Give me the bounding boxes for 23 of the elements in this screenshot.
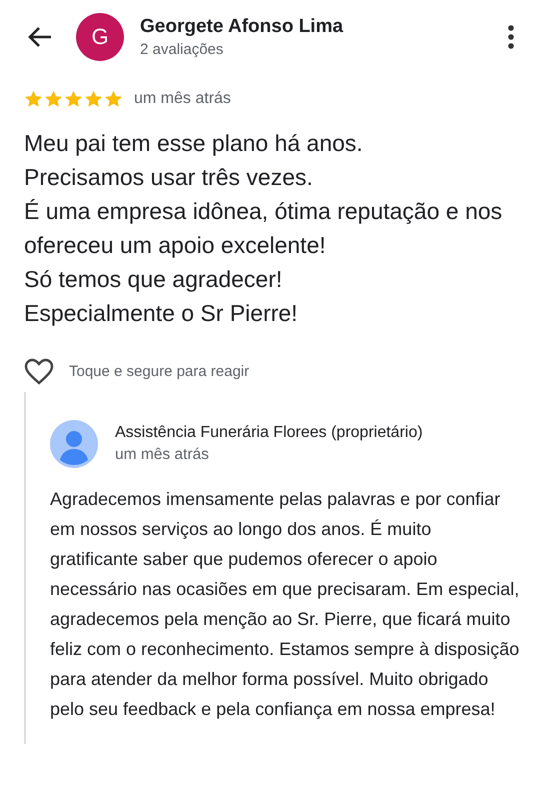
star-icon [44,90,63,108]
review-text: Meu pai tem esse plano há anos. [24,129,364,158]
review-count: 2 avaliações [140,41,224,58]
review-text: Precisamos usar três vezes. [24,163,314,192]
owner-avatar-icon [50,420,98,468]
user-avatar: G [76,13,124,61]
star-icon [104,90,123,108]
like-button[interactable] [23,356,55,386]
heart-icon [24,358,54,384]
back-arrow-icon [27,26,53,48]
reaction-hint: Toque e segure para reagir [69,362,250,380]
review-text: Só temos que agradecer! [24,265,284,294]
owner-name: Assistência Funerária Florees (proprietário) [115,424,423,442]
reply-date: um mês atrás [115,446,210,464]
kebab-menu-icon [507,25,515,49]
review-text: É uma empresa idônea, ótima reputação e nos ofereceu um apoio excelente! [24,197,504,260]
reviewer-name: Georgete Afonso Lima [140,16,344,38]
star-icon [64,90,83,108]
review-date: um mês atrás [134,90,231,108]
reply-text: Agradecemos imensamente pelas palavras e por confiar em nossos serviços ao longo dos anos. É muito gratificante saber que pudemos oferecer o apoio necessário nas ocasiões em que precisaram. Em especial, agradecemos pela menção ao Sr. Pierre, que ficará muito feliz com o reconhecimento. Estamos sempre à disposição para atender da melhor forma possível. Muito obrigado pelo seu feedback e pela confiança em nossa empresa! [50,488,520,721]
star-icon [84,90,103,108]
review-text: Especialmente o Sr Pierre! [24,299,299,328]
star-icon [24,90,43,108]
